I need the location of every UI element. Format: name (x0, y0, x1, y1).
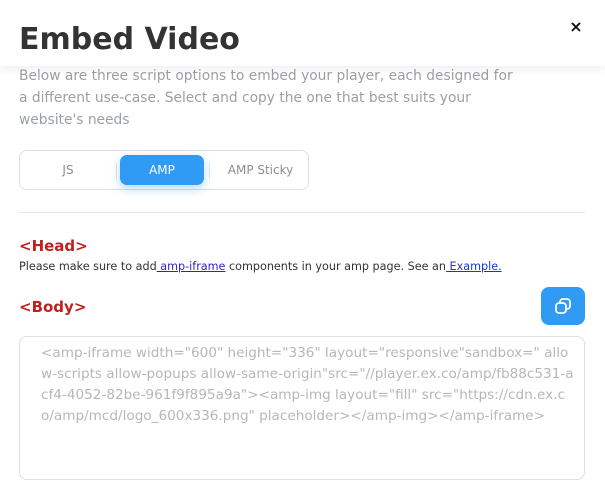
embed-code-textarea[interactable]: <amp-iframe width="600" height="336" lay… (19, 336, 585, 480)
modal-title: Embed Video (19, 22, 240, 57)
note-middle: components in your amp page. See an (225, 260, 446, 273)
tab-separator (209, 163, 210, 179)
note-prefix: Please make sure to add (19, 260, 157, 273)
embed-video-modal: Embed Video × Below are three script opt… (0, 0, 605, 502)
tab-js[interactable]: JS (24, 155, 112, 185)
body-section-label: <Body> (19, 298, 87, 316)
amp-iframe-link[interactable]: amp-iframe (157, 260, 225, 273)
tab-separator (116, 163, 117, 179)
tab-amp[interactable]: AMP (120, 155, 204, 185)
copy-code-button[interactable] (541, 287, 585, 325)
head-section-label: <Head> (19, 237, 88, 255)
copy-icon (555, 298, 571, 314)
close-button[interactable]: × (566, 16, 586, 38)
modal-header: Embed Video × (0, 0, 605, 66)
example-link[interactable]: Example. (446, 260, 502, 273)
head-section-note: Please make sure to add amp-iframe compo… (19, 259, 502, 275)
tab-amp-sticky[interactable]: AMP Sticky (213, 155, 308, 185)
section-divider (19, 212, 585, 213)
embed-type-tabs: JS AMP AMP Sticky (19, 150, 309, 190)
modal-description: Below are three script options to embed … (19, 68, 513, 128)
